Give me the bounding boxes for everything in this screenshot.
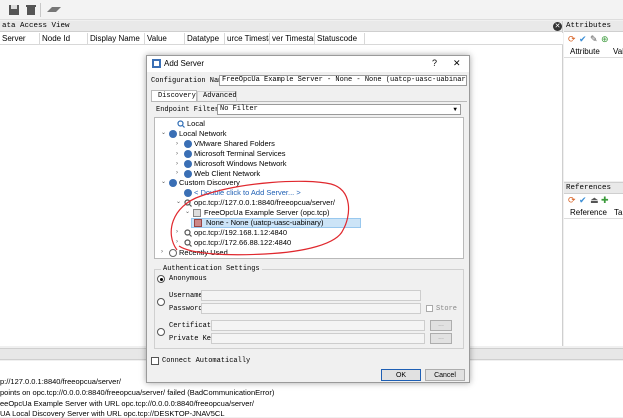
column-header[interactable]: Datatype xyxy=(185,33,225,45)
certificate-label: Certificate xyxy=(169,322,216,330)
references-panel: References ⟳ ✔ ⏏ ✚ Reference Ta xyxy=(564,182,623,346)
column-header[interactable]: Node Id xyxy=(40,33,88,45)
connect-icon[interactable] xyxy=(46,4,62,16)
column-header[interactable]: urce Timesta xyxy=(225,33,270,45)
connect-auto-label: Connect Automatically xyxy=(162,357,251,365)
close-icon[interactable]: ✕ xyxy=(553,22,562,31)
username-field[interactable] xyxy=(201,290,421,301)
dialog-title: Add Server xyxy=(164,59,205,68)
attributes-panel: Attributes ⟳ ✔ ✎ ⊕ Attribute Val xyxy=(564,21,623,181)
config-name-label: Configuration Name xyxy=(151,77,227,85)
help-icon[interactable]: ? xyxy=(432,58,437,68)
add-icon[interactable]: ✚ xyxy=(601,195,609,206)
connect-auto-checkbox[interactable] xyxy=(151,357,159,365)
column-header[interactable]: Ta xyxy=(614,208,622,217)
password-field[interactable] xyxy=(201,303,421,314)
column-header[interactable]: Statuscode xyxy=(315,33,365,45)
store-checkbox[interactable] xyxy=(426,305,433,312)
tab-divider xyxy=(151,101,467,102)
close-icon[interactable]: ✕ xyxy=(453,58,461,69)
certificate-browse-button[interactable]: ... xyxy=(430,320,452,331)
username-radio[interactable] xyxy=(157,298,165,306)
toolbar-separator xyxy=(40,3,41,17)
column-header[interactable]: Server xyxy=(0,33,40,45)
column-header[interactable]: Val xyxy=(613,47,623,56)
anonymous-label: Anonymous xyxy=(169,275,207,283)
radio-dot xyxy=(159,277,163,281)
column-header[interactable]: Attribute xyxy=(570,47,600,56)
private-key-browse-button[interactable]: ... xyxy=(430,333,452,344)
endpoint-filter-select[interactable]: No Filter ▼ xyxy=(217,104,461,115)
check-icon[interactable]: ✔ xyxy=(579,34,587,45)
column-header[interactable]: Display Name xyxy=(88,33,145,45)
ok-button[interactable]: OK xyxy=(381,369,421,381)
tab-advanced-label: Advanced xyxy=(203,92,237,100)
private-key-field[interactable] xyxy=(211,333,425,344)
endpoint-filter-label: Endpoint Filter: xyxy=(156,106,224,114)
attributes-toolbar: ⟳ ✔ ✎ ⊕ xyxy=(568,34,623,44)
auth-settings-title: Authentication Settings xyxy=(161,265,262,273)
chevron-down-icon: ▼ xyxy=(453,106,457,113)
tab-discovery-label: Discovery xyxy=(158,92,196,100)
column-header[interactable]: ver Timestar xyxy=(270,33,315,45)
tab-advanced[interactable]: Advanced xyxy=(197,91,237,101)
tab-discovery[interactable]: Discovery xyxy=(151,90,197,101)
references-toolbar: ⟳ ✔ ⏏ ✚ xyxy=(568,195,623,205)
dialog-titlebar[interactable]: Add Server ? ✕ xyxy=(147,56,469,72)
attributes-header: Attribute Val xyxy=(564,46,623,58)
column-header[interactable]: Reference xyxy=(570,208,607,217)
refresh-icon[interactable]: ⟳ xyxy=(568,195,576,206)
store-label: Store xyxy=(436,305,458,313)
endpoint-filter-value: No Filter xyxy=(220,105,258,113)
references-title: References xyxy=(564,183,623,194)
server-tree[interactable]: Local ⌄ Local Network › VMware Shared Fo… xyxy=(154,117,464,259)
column-header[interactable]: Value xyxy=(145,33,185,45)
check-icon[interactable]: ✔ xyxy=(579,195,587,206)
references-header: Reference Ta xyxy=(564,207,623,219)
auth-settings-group: Authentication Settings Anonymous Userna… xyxy=(154,265,464,349)
data-access-header: Server Node Id Display Name Value Dataty… xyxy=(0,33,563,45)
cancel-button[interactable]: Cancel xyxy=(425,369,465,381)
password-label: Password xyxy=(169,305,203,313)
log-line: p://127.0.0.1:8840/freeopcua/server/ xyxy=(0,377,121,386)
username-label: Username xyxy=(169,292,203,300)
anonymous-radio[interactable] xyxy=(157,275,165,283)
config-name-input[interactable]: FreeOpcUa Example Server - None - None (… xyxy=(219,75,467,86)
certificate-radio[interactable] xyxy=(157,328,165,336)
app-icon xyxy=(152,59,161,68)
private-key-label: Private Key xyxy=(169,335,216,343)
upload-icon[interactable]: ⏏ xyxy=(590,195,599,206)
save-icon[interactable] xyxy=(8,4,20,16)
annotation-circle xyxy=(170,180,350,256)
attributes-title: Attributes xyxy=(564,21,623,32)
log-line: points on opc.tcp://0.0.0.0:8840/freeopc… xyxy=(0,388,275,397)
main-toolbar xyxy=(0,0,623,20)
data-access-title: ata Access View xyxy=(0,21,562,32)
add-server-dialog: Add Server ? ✕ Configuration Name FreeOp… xyxy=(146,55,470,383)
delete-icon[interactable] xyxy=(25,4,37,16)
add-icon[interactable]: ⊕ xyxy=(601,34,609,45)
refresh-icon[interactable]: ⟳ xyxy=(568,34,576,45)
log-line: eeOpcUa Example Server with URL opc.tcp:… xyxy=(0,399,255,408)
certificate-field[interactable] xyxy=(211,320,425,331)
edit-icon[interactable]: ✎ xyxy=(590,34,598,45)
